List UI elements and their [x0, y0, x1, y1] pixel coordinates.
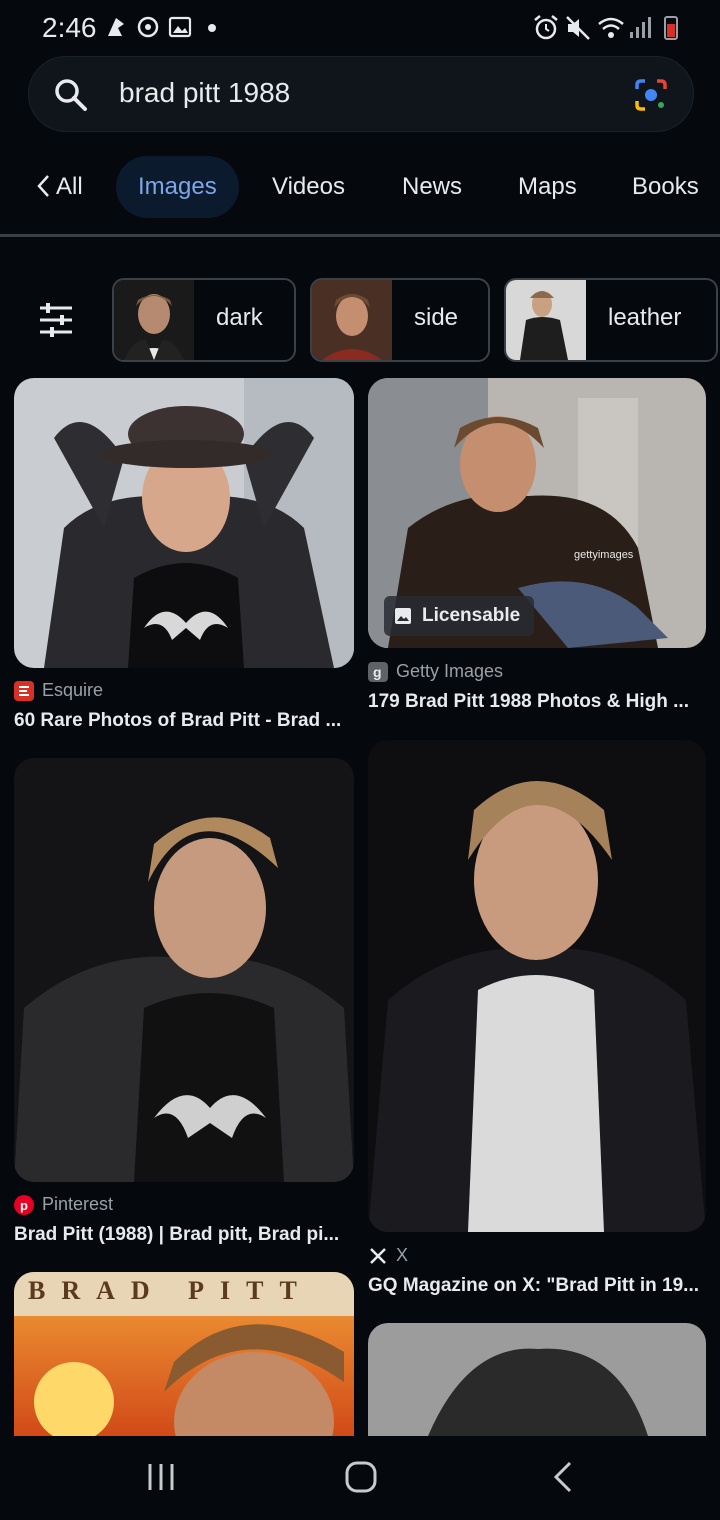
- refine-chips: dark side leather: [0, 278, 720, 362]
- chip-dark-label: dark: [216, 304, 263, 331]
- status-time: 2:46: [42, 12, 97, 43]
- search-area: brad pitt 1988: [0, 56, 720, 140]
- result-title[interactable]: 179 Brad Pitt 1988 Photos & High ...: [368, 691, 708, 713]
- licensable-label: Licensable: [422, 605, 521, 626]
- filter-sliders-icon[interactable]: [36, 300, 76, 340]
- result-source-getty[interactable]: g Getty Images: [368, 661, 503, 682]
- result-source-name: Getty Images: [396, 661, 504, 681]
- chip-leather-label: leather: [608, 304, 682, 331]
- chip-dark[interactable]: dark: [112, 278, 296, 362]
- chip-leather[interactable]: leather: [504, 278, 718, 362]
- chip-side-label: side: [414, 304, 459, 331]
- tab-maps[interactable]: Maps: [518, 156, 577, 218]
- chip-dark-thumbnail: [114, 280, 194, 360]
- x-favicon-icon: [370, 1247, 386, 1264]
- chevron-left-icon: [37, 175, 49, 197]
- sync-icon: [137, 16, 159, 38]
- tab-news-label: News: [402, 173, 463, 200]
- result-image-poster[interactable]: BRAD PITT: [14, 1272, 354, 1436]
- tab-images[interactable]: Images: [116, 156, 239, 218]
- result-source-x[interactable]: X: [368, 1245, 408, 1266]
- gallery-icon: [168, 16, 192, 38]
- tab-all[interactable]: All: [36, 156, 83, 218]
- signal-icon: [630, 17, 651, 38]
- result-source-name: X: [396, 1245, 409, 1265]
- result-photo-4: [368, 740, 706, 1232]
- search-input[interactable]: brad pitt 1988: [119, 77, 290, 109]
- result-image-bw[interactable]: [368, 1323, 706, 1436]
- svg-text:p: p: [20, 1198, 28, 1213]
- notification-bird-icon: [108, 18, 124, 36]
- alarm-icon: [534, 15, 558, 40]
- tab-videos[interactable]: Videos: [272, 156, 345, 218]
- tab-images-label: Images: [138, 173, 217, 200]
- result-title[interactable]: Brad Pitt (1988) | Brad pitt, Brad pi...: [14, 1224, 354, 1246]
- image-icon: [395, 608, 411, 624]
- svg-text:g: g: [373, 664, 382, 680]
- dot-icon: [208, 24, 216, 32]
- result-photo-1: [14, 378, 354, 668]
- result-source-name: Esquire: [42, 680, 104, 700]
- search-icon[interactable]: [53, 77, 89, 113]
- tab-all-label: All: [56, 173, 83, 200]
- android-nav-bar: [0, 1436, 720, 1520]
- result-title[interactable]: GQ Magazine on X: "Brad Pitt in 19...: [368, 1275, 708, 1297]
- home-icon[interactable]: [344, 1460, 378, 1494]
- result-image-getty[interactable]: gettyimages Licensable: [368, 378, 706, 648]
- licensable-badge: Licensable: [384, 596, 535, 636]
- getty-favicon-icon: g: [368, 661, 388, 682]
- svg-text:gettyimages: gettyimages: [574, 549, 634, 561]
- esquire-favicon-icon: [14, 680, 34, 701]
- wifi-icon: [598, 17, 624, 38]
- back-icon[interactable]: [550, 1460, 578, 1494]
- google-lens-icon[interactable]: [633, 77, 669, 113]
- result-photo-6: [368, 1323, 706, 1436]
- battery-icon: [664, 16, 678, 40]
- pinterest-favicon-icon: p: [14, 1194, 34, 1215]
- result-photo-3: [14, 758, 354, 1182]
- chip-side-thumbnail: [312, 280, 392, 360]
- tab-news[interactable]: News: [402, 156, 462, 218]
- tab-videos-label: Videos: [272, 173, 345, 200]
- tab-books-label: Books: [632, 173, 699, 200]
- result-image-esquire[interactable]: [14, 378, 354, 668]
- result-title[interactable]: 60 Rare Photos of Brad Pitt - Brad ...: [14, 710, 354, 732]
- chip-side[interactable]: side: [310, 278, 490, 362]
- chip-leather-thumbnail: [506, 280, 586, 360]
- result-image-x[interactable]: [368, 740, 706, 1232]
- tab-maps-label: Maps: [518, 173, 577, 200]
- recent-apps-icon[interactable]: [144, 1460, 178, 1494]
- result-source-esquire[interactable]: Esquire: [14, 680, 103, 701]
- tab-books[interactable]: Books: [632, 156, 699, 218]
- search-box[interactable]: brad pitt 1988: [28, 56, 694, 132]
- poster-text: BRAD PITT: [28, 1276, 313, 1305]
- result-source-pinterest[interactable]: p Pinterest: [14, 1194, 113, 1215]
- result-image-pinterest[interactable]: [14, 758, 354, 1182]
- tabs-divider: [0, 234, 720, 237]
- search-tabs: All Images Videos News Maps Books: [0, 150, 720, 220]
- status-bar: 2:46: [0, 0, 720, 56]
- mute-icon: [566, 16, 590, 40]
- result-source-name: Pinterest: [42, 1194, 114, 1214]
